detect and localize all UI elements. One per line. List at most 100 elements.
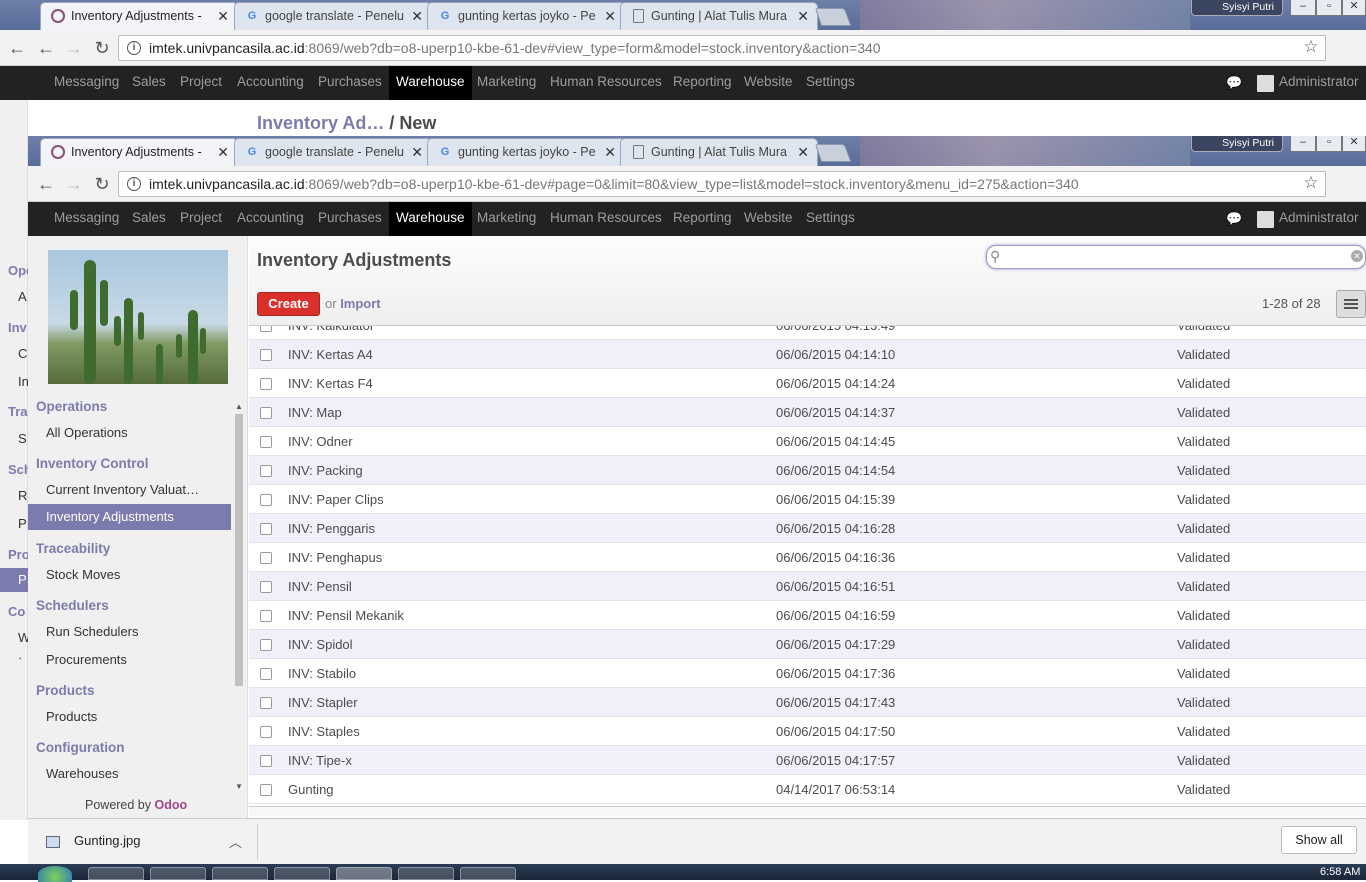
scroll-up-icon[interactable]: ▲: [234, 402, 244, 411]
table-row[interactable]: INV: Kalkulator 06/06/2015 04:13:49 Valida…: [249, 326, 1366, 340]
table-row[interactable]: Gunting 04/14/2017 06:53:14 Validated: [249, 775, 1366, 804]
nav-item-website[interactable]: Website: [737, 66, 800, 100]
row-checkbox[interactable]: [260, 378, 272, 390]
close-icon[interactable]: ✕: [411, 3, 423, 29]
create-button[interactable]: Create: [257, 292, 320, 316]
list-view-button[interactable]: [1336, 290, 1366, 318]
forward-arrow-icon[interactable]: →: [63, 173, 85, 195]
avatar[interactable]: [1257, 211, 1274, 228]
taskbar-app[interactable]: [460, 867, 516, 880]
table-row[interactable]: INV: Spidol 06/06/2015 04:17:29 Validated: [249, 630, 1366, 659]
close-icon[interactable]: ✕: [604, 139, 616, 165]
back-tab-1[interactable]: Ggoogle translate - Penelu ✕: [234, 2, 432, 30]
nav-item-accounting[interactable]: Accounting: [230, 202, 311, 236]
table-row[interactable]: INV: Map 06/06/2015 04:14:37 Validated: [249, 398, 1366, 427]
tab-inventory-adjustments[interactable]: Inventory Adjustments - ✕: [40, 138, 238, 166]
nav-item-sales[interactable]: Sales: [125, 66, 173, 100]
tab-gunting-alat-tulis[interactable]: Gunting | Alat Tulis Mura ✕: [620, 138, 818, 166]
search-input[interactable]: ⚲ ✕: [986, 245, 1366, 269]
taskbar-app[interactable]: [88, 867, 144, 880]
scrollbar-thumb[interactable]: [235, 414, 243, 686]
table-row[interactable]: INV: Stapler 06/06/2015 04:17:43 Validated: [249, 688, 1366, 717]
row-checkbox[interactable]: [260, 552, 272, 564]
row-checkbox[interactable]: [260, 436, 272, 448]
nav-item-purchases[interactable]: Purchases: [311, 202, 389, 236]
taskbar-app[interactable]: [274, 867, 330, 880]
close-icon[interactable]: ✕: [217, 139, 229, 165]
user-badge[interactable]: Syisyi Putri: [1191, 0, 1283, 16]
import-link[interactable]: Import: [340, 296, 380, 311]
clear-search-icon[interactable]: ✕: [1351, 250, 1363, 262]
info-icon[interactable]: i: [127, 177, 141, 191]
taskbar-app[interactable]: [398, 867, 454, 880]
nav-item-project[interactable]: Project: [173, 66, 229, 100]
row-checkbox[interactable]: [260, 668, 272, 680]
sidebar-item-all-operations[interactable]: All Operations: [46, 425, 128, 440]
row-checkbox[interactable]: [260, 784, 272, 796]
new-tab-button[interactable]: [814, 144, 852, 162]
chevron-up-icon[interactable]: ︿: [229, 832, 242, 851]
row-checkbox[interactable]: [260, 581, 272, 593]
reload-icon[interactable]: ↻: [91, 37, 113, 59]
taskbar-app[interactable]: [212, 867, 268, 880]
show-all-button[interactable]: Show all: [1281, 826, 1357, 854]
taskbar-chrome[interactable]: [336, 867, 392, 880]
address-bar[interactable]: i imtek.univpancasila.ac.id:8069/web?db=o…: [118, 171, 1326, 197]
minimize-button[interactable]: –: [1290, 136, 1316, 152]
avatar[interactable]: [1257, 75, 1274, 92]
back-tab-3[interactable]: Gunting | Alat Tulis Mura ✕: [620, 2, 818, 30]
tab-gunting-kertas[interactable]: Ggunting kertas joyko - Pe ✕: [427, 138, 625, 166]
close-icon[interactable]: ✕: [797, 3, 809, 29]
table-row[interactable]: INV: Packing 06/06/2015 04:14:54 Validated: [249, 456, 1366, 485]
nav-item-marketing[interactable]: Marketing: [470, 66, 543, 100]
row-checkbox[interactable]: [260, 349, 272, 361]
back-tab-0[interactable]: Inventory Adjustments - ✕: [40, 2, 238, 30]
sidebar-item-procurements[interactable]: Procurements: [46, 652, 127, 667]
row-checkbox[interactable]: [260, 726, 272, 738]
window-close-button[interactable]: ✕: [1342, 0, 1366, 16]
nav-item-accounting[interactable]: Accounting: [230, 66, 311, 100]
info-icon[interactable]: i: [127, 41, 141, 55]
table-row[interactable]: INV: Pensil 06/06/2015 04:16:51 Validated: [249, 572, 1366, 601]
table-row[interactable]: INV: Penggaris 06/06/2015 04:16:28 Validat…: [249, 514, 1366, 543]
window-close-button[interactable]: ✕: [1342, 136, 1366, 152]
chat-icon[interactable]: 💬: [1226, 211, 1242, 226]
nav-item-purchases[interactable]: Purchases: [311, 66, 389, 100]
sidebar-item-run-schedulers[interactable]: Run Schedulers: [46, 624, 139, 639]
bookmark-star-icon[interactable]: ☆: [1300, 36, 1322, 58]
row-checkbox[interactable]: [260, 639, 272, 651]
row-checkbox[interactable]: [260, 465, 272, 477]
nav-item-messaging[interactable]: Messaging: [47, 202, 126, 236]
row-checkbox[interactable]: [260, 494, 272, 506]
download-item[interactable]: Gunting.jpg: [46, 833, 141, 848]
back-arrow-icon[interactable]: ←: [35, 37, 57, 59]
maximize-button[interactable]: ▫: [1316, 136, 1342, 152]
nav-item-warehouse[interactable]: Warehouse: [389, 66, 472, 100]
row-checkbox[interactable]: [260, 523, 272, 535]
row-checkbox[interactable]: [260, 326, 272, 332]
sidebar-item-inventory-valuation[interactable]: Current Inventory Valuat…: [46, 482, 199, 497]
nav-item-website[interactable]: Website: [737, 202, 800, 236]
sidebar-item-products[interactable]: Products: [46, 709, 97, 724]
user-badge[interactable]: Syisyi Putri: [1191, 136, 1283, 152]
bookmark-star-icon[interactable]: ☆: [1300, 172, 1322, 194]
table-row[interactable]: INV: Kertas F4 06/06/2015 04:14:24 Validat…: [249, 369, 1366, 398]
nav-item-project[interactable]: Project: [173, 202, 229, 236]
row-checkbox[interactable]: [260, 610, 272, 622]
user-menu[interactable]: Administrator: [1279, 202, 1359, 234]
nav-item-human-resources[interactable]: Human Resources: [543, 202, 669, 236]
close-icon[interactable]: ✕: [604, 3, 616, 29]
chat-icon[interactable]: 💬: [1226, 75, 1242, 90]
sidebar-item-warehouses[interactable]: Warehouses: [46, 766, 119, 781]
row-checkbox[interactable]: [260, 407, 272, 419]
table-row[interactable]: INV: Odner 06/06/2015 04:14:45 Validated: [249, 427, 1366, 456]
nav-item-warehouse[interactable]: Warehouse: [389, 202, 472, 236]
nav-item-reporting[interactable]: Reporting: [666, 202, 739, 236]
nav-item-human-resources[interactable]: Human Resources: [543, 66, 669, 100]
back-tab-2[interactable]: Ggunting kertas joyko - Pe ✕: [427, 2, 625, 30]
close-icon[interactable]: ✕: [411, 139, 423, 165]
back-arrow-icon[interactable]: ←: [35, 173, 57, 195]
tab-google-translate[interactable]: Ggoogle translate - Penelu ✕: [234, 138, 432, 166]
table-row[interactable]: INV: Staples 06/06/2015 04:17:50 Validated: [249, 717, 1366, 746]
pager-value[interactable]: 1-28 of 28: [1262, 296, 1321, 311]
